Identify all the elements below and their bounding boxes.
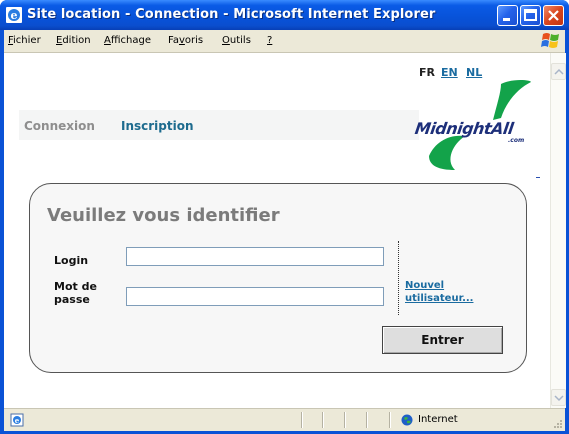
- globe-icon: [401, 414, 413, 426]
- login-input[interactable]: [126, 247, 384, 266]
- chevron-up-icon: [554, 68, 564, 75]
- scroll-up-button[interactable]: [551, 63, 566, 80]
- maximize-icon: [524, 9, 537, 21]
- submit-button[interactable]: Entrer: [382, 326, 503, 354]
- svg-text:e: e: [11, 9, 18, 22]
- close-icon: [548, 10, 559, 21]
- logo-suffix: .com: [508, 137, 525, 144]
- login-label: Login: [54, 254, 89, 267]
- maximize-button[interactable]: [520, 5, 541, 26]
- new-user-link[interactable]: Nouvel utilisateur...: [405, 279, 485, 305]
- menu-help[interactable]: ?: [267, 35, 272, 46]
- menu-bar: Fichier Edition Affichage Favoris Outils…: [4, 30, 565, 53]
- menu-edition[interactable]: Edition: [56, 35, 91, 46]
- window-title: Site location - Connection - Microsoft I…: [27, 7, 436, 22]
- vertical-scrollbar[interactable]: [550, 53, 566, 408]
- nav-inscription[interactable]: Inscription: [121, 119, 194, 133]
- minimize-button[interactable]: [497, 5, 518, 26]
- status-bar: e Internet: [4, 408, 565, 431]
- minimize-icon: [503, 18, 510, 21]
- divider: [398, 241, 399, 315]
- status-divider: [366, 412, 367, 428]
- menu-outils[interactable]: Outils: [222, 35, 251, 46]
- chevron-down-icon: [554, 395, 564, 402]
- menu-fichier[interactable]: Fichier: [8, 35, 41, 46]
- security-zone: Internet: [418, 414, 458, 425]
- close-button[interactable]: [543, 5, 564, 26]
- svg-text:e: e: [15, 416, 20, 425]
- status-divider: [301, 412, 302, 428]
- status-divider: [322, 412, 323, 428]
- status-divider: [344, 412, 345, 428]
- login-title: Veuillez vous identifier: [47, 205, 280, 226]
- internet-explorer-icon: e: [6, 7, 22, 23]
- password-input[interactable]: [126, 287, 384, 306]
- browser-window: e Site location - Connection - Microsoft…: [0, 0, 569, 434]
- page-content: FR EN NL Connexion Inscription MidnightA…: [4, 53, 550, 408]
- nav-connexion[interactable]: Connexion: [24, 119, 95, 133]
- resize-grip-icon[interactable]: [551, 417, 563, 429]
- password-label: Mot de passe: [54, 280, 97, 306]
- decor-dash: [536, 177, 540, 178]
- status-divider: [389, 412, 390, 428]
- logo-text: MidnightAll: [413, 119, 515, 138]
- title-bar[interactable]: e Site location - Connection - Microsoft…: [0, 0, 569, 30]
- scroll-down-button[interactable]: [551, 389, 566, 406]
- page-icon: e: [10, 413, 24, 427]
- menu-favoris[interactable]: Favoris: [168, 35, 203, 46]
- windows-logo-icon: [541, 33, 559, 48]
- menu-affichage[interactable]: Affichage: [104, 35, 151, 46]
